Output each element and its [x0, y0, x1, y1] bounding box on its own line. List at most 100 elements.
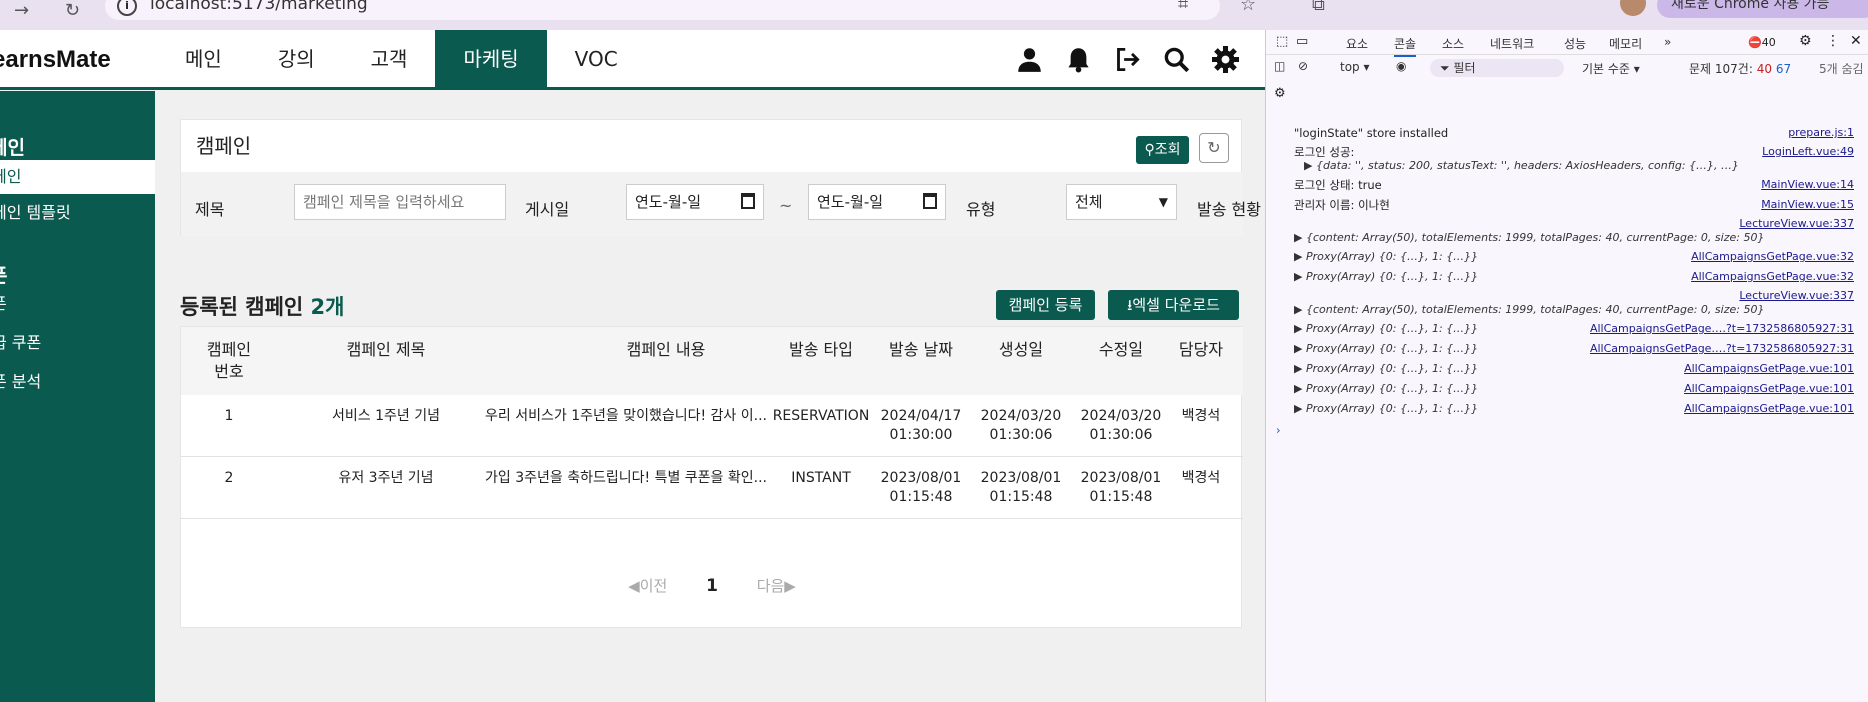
sidebar-item-coupon[interactable]: 폰 — [0, 287, 155, 321]
context-select[interactable]: top ▾ — [1340, 60, 1370, 74]
log-entry[interactable]: ▶ {data: '', status: 200, statusText: ''… — [1266, 156, 1868, 176]
send-date: 2024/04/17 — [880, 408, 962, 424]
tab-memory[interactable]: 메모리 — [1609, 35, 1642, 52]
log-source-link[interactable]: AllCampaignsGetPage.vue:101 — [1684, 379, 1854, 399]
log-entry[interactable]: "loginState" store installed prepare.js:1 — [1266, 123, 1868, 143]
forward-icon[interactable]: → — [14, 0, 29, 21]
cell-title: 유저 3주년 기념 — [338, 470, 434, 486]
current-page[interactable]: 1 — [706, 576, 718, 596]
sidebar-item-coupon-analysis[interactable]: 폰 분석 — [0, 365, 155, 399]
log-entry[interactable]: 로그인 상태: true MainView.vue:14 — [1266, 175, 1868, 195]
log-source-link[interactable]: MainView.vue:14 — [1761, 175, 1854, 195]
cell-type: RESERVATION — [772, 408, 870, 424]
log-entry[interactable]: ▶ Proxy(Array) {0: {…}, 1: {…}} AllCampai… — [1266, 399, 1868, 419]
log-entry[interactable]: ▶ Proxy(Array) {0: {…}, 1: {…}} AllCampai… — [1266, 379, 1868, 399]
more-vert-icon[interactable]: ⋮ — [1826, 33, 1840, 49]
brand-logo[interactable]: earnsMate — [0, 46, 111, 74]
log-source-link[interactable]: AllCampaignsGetPage.vue:32 — [1691, 247, 1854, 267]
sidebar-item-label: 폰 분석 — [0, 372, 42, 391]
log-message: ▶ Proxy(Array) {0: {…}, 1: {…}} — [1294, 362, 1479, 375]
user-icon[interactable] — [1016, 46, 1043, 73]
created-date: 2024/03/20 — [980, 408, 1062, 424]
calendar-icon[interactable] — [923, 193, 937, 209]
extensions-icon[interactable]: ⧉ — [1312, 0, 1325, 15]
log-message: ▶ {data: '', status: 200, statusText: ''… — [1304, 159, 1740, 172]
log-entry[interactable]: ▶ {content: Array(50), totalElements: 19… — [1266, 228, 1868, 248]
next-page-button[interactable]: 다음▶ — [757, 577, 796, 595]
register-campaign-button[interactable]: 캠페인 등록 — [996, 290, 1095, 320]
sidebar-item-campaign-template[interactable]: 페인 템플릿 — [0, 196, 155, 230]
calendar-icon[interactable] — [741, 193, 755, 209]
log-source-link[interactable]: MainView.vue:15 — [1761, 195, 1854, 215]
log-entry[interactable]: ▶ {content: Array(50), totalElements: 19… — [1266, 300, 1868, 320]
log-source-link[interactable]: AllCampaignsGetPage.vue:101 — [1684, 359, 1854, 379]
console-prompt[interactable]: › — [1266, 420, 1868, 440]
clear-console-icon[interactable]: ⊘ — [1298, 59, 1308, 73]
cell-send-date: 2024/04/17 01:30:00 — [871, 407, 971, 445]
incognito-icon[interactable]: ⌗ — [1178, 0, 1188, 15]
log-source-link[interactable]: AllCampaignsGetPage.vue:101 — [1684, 399, 1854, 419]
top-navigation: earnsMate 메인 강의 고객 마케팅 VOC — [0, 30, 1265, 90]
console-filter-input[interactable]: ⏷ 필터 — [1430, 59, 1564, 77]
menu-marketing[interactable]: 마케팅 — [435, 30, 547, 90]
type-select[interactable]: 전체 ▼ — [1066, 184, 1177, 220]
log-entry[interactable]: ▶ Proxy(Array) {0: {…}, 1: {…}} AllCampai… — [1266, 339, 1868, 359]
tab-sources[interactable]: 소스 — [1442, 35, 1464, 52]
sidebar-item-campaign[interactable]: 페인 — [0, 160, 155, 194]
log-source-link[interactable]: AllCampaignsGetPage.vue:32 — [1691, 267, 1854, 287]
menu-lecture[interactable]: 강의 — [250, 30, 343, 90]
table-row[interactable]: 1 서비스 1주년 기념 우리 서비스가 1주년을 맞이했습니다! 감사 이..… — [181, 395, 1243, 457]
log-message: "loginState" store installed — [1294, 126, 1449, 140]
close-icon[interactable]: ✕ — [1850, 33, 1862, 49]
logout-icon[interactable] — [1114, 46, 1141, 73]
console-settings-icon[interactable]: ⚙ — [1274, 86, 1286, 101]
sidebar-toggle-icon[interactable]: ◫ — [1274, 59, 1285, 73]
menu-voc[interactable]: VOC — [547, 30, 646, 90]
title-search-input[interactable]: 캠페인 제목을 입력하세요 — [294, 184, 506, 220]
log-level-select[interactable]: 기본 수준 ▾ — [1582, 60, 1640, 77]
log-entry[interactable]: ▶ Proxy(Array) {0: {…}, 1: {…}} AllCampai… — [1266, 267, 1868, 287]
gear-icon[interactable] — [1212, 46, 1239, 73]
log-entry[interactable]: ▶ Proxy(Array) {0: {…}, 1: {…}} AllCampai… — [1266, 247, 1868, 267]
menu-customer[interactable]: 고객 — [343, 30, 436, 90]
prev-page-button[interactable]: ◀이전 — [628, 577, 667, 595]
table-row[interactable]: 2 유저 3주년 기념 가입 3주년을 축하드립니다! 특별 쿠폰을 확인...… — [181, 457, 1243, 519]
log-entry[interactable]: ▶ Proxy(Array) {0: {…}, 1: {…}} AllCampai… — [1266, 359, 1868, 379]
log-source-link[interactable]: AllCampaignsGetPage.…?t=1732586805927:31 — [1590, 319, 1854, 339]
device-toolbar-icon[interactable]: ▭ — [1296, 34, 1308, 49]
cell-type: INSTANT — [791, 470, 851, 486]
tab-console[interactable]: 콘솔 — [1394, 35, 1417, 57]
reset-button[interactable]: ↻ — [1199, 133, 1229, 163]
tab-more[interactable]: » — [1664, 35, 1671, 49]
live-expression-icon[interactable]: ◉ — [1396, 59, 1406, 73]
site-info-icon[interactable]: i — [117, 0, 137, 16]
chrome-update-pill[interactable]: 새로운 Chrome 사용 가능 — [1657, 0, 1868, 18]
search-button[interactable]: ⚲조회 — [1136, 136, 1189, 164]
tab-network[interactable]: 네트워크 — [1490, 35, 1534, 52]
log-source-link[interactable]: AllCampaignsGetPage.…?t=1732586805927:31 — [1590, 339, 1854, 359]
tab-performance[interactable]: 성능 — [1564, 35, 1586, 52]
tab-elements[interactable]: 요소 — [1346, 35, 1368, 52]
search-icon[interactable] — [1163, 46, 1190, 73]
refresh-icon: ↻ — [1207, 138, 1221, 157]
address-bar[interactable]: i localhost:5173/marketing — [105, 0, 1220, 20]
bookmark-star-icon[interactable]: ☆ — [1240, 0, 1256, 15]
excel-download-button[interactable]: ⭳엑셀 다운로드 — [1108, 290, 1239, 320]
date-from-input[interactable]: 연도-월-일 — [626, 184, 764, 220]
log-source-link[interactable]: prepare.js:1 — [1788, 123, 1854, 143]
profile-avatar[interactable] — [1620, 0, 1646, 16]
log-entry[interactable]: ▶ Proxy(Array) {0: {…}, 1: {…}} AllCampai… — [1266, 319, 1868, 339]
col-created: 생성일 — [998, 340, 1044, 359]
log-entry[interactable]: 관리자 이름: 이나현 MainView.vue:15 — [1266, 195, 1868, 215]
date-to-input[interactable]: 연도-월-일 — [808, 184, 946, 220]
settings-gear-icon[interactable]: ⚙ — [1799, 33, 1812, 49]
error-badge[interactable]: ⛔40 — [1748, 36, 1776, 49]
issues-count[interactable]: 문제 107건: 40 67 — [1689, 60, 1791, 77]
url-text[interactable]: localhost:5173/marketing — [150, 0, 368, 14]
cell-created: 2023/08/01 01:15:48 — [971, 469, 1071, 507]
bell-icon[interactable] — [1065, 46, 1092, 73]
inspect-icon[interactable]: ⬚ — [1276, 34, 1288, 49]
menu-main[interactable]: 메인 — [157, 30, 250, 90]
reload-icon[interactable]: ↻ — [65, 0, 80, 21]
sidebar-item-issued-coupon[interactable]: 급 쿠폰 — [0, 326, 155, 360]
